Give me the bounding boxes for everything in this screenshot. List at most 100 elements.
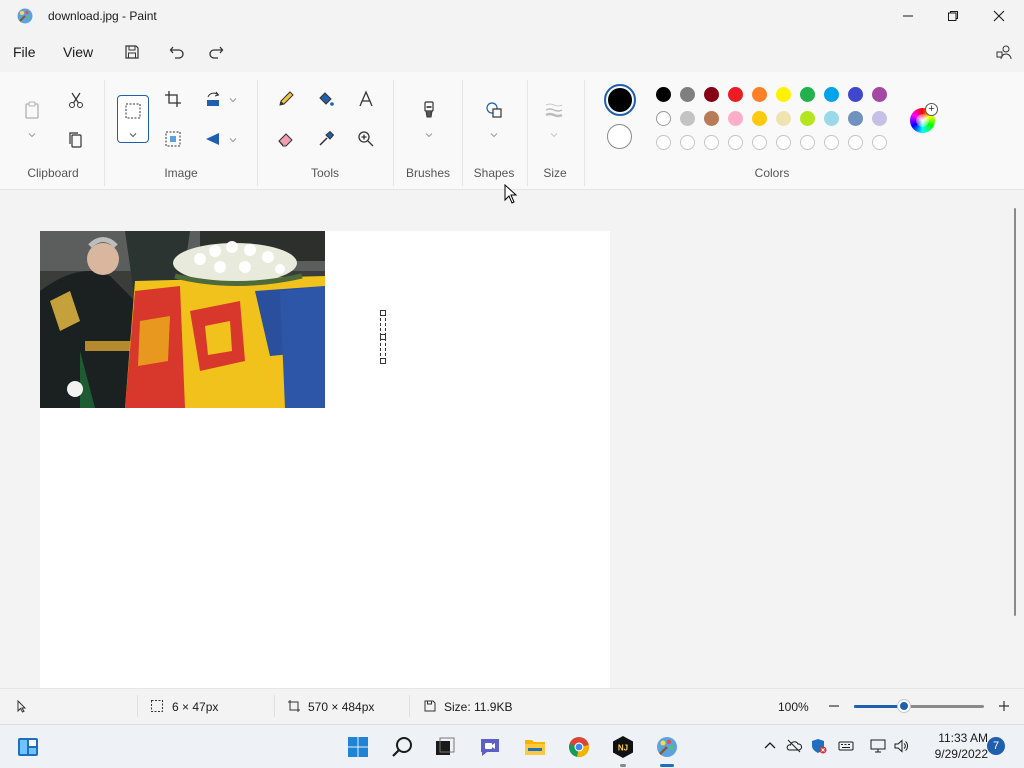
brushes-chevron-icon[interactable] <box>424 130 434 140</box>
widgets-button[interactable] <box>14 733 42 761</box>
chrome-button[interactable] <box>565 733 593 761</box>
copy-button[interactable] <box>62 126 90 154</box>
custom-color-slot[interactable] <box>872 135 887 150</box>
color-swatch[interactable] <box>848 87 863 102</box>
custom-color-slot[interactable] <box>656 135 671 150</box>
color-swatch[interactable] <box>824 87 839 102</box>
menu-view[interactable]: View <box>63 44 93 60</box>
color-swatch[interactable] <box>848 111 863 126</box>
paint-bucket-icon <box>319 92 334 106</box>
file-explorer-button[interactable] <box>521 733 549 761</box>
custom-color-slot[interactable] <box>728 135 743 150</box>
vertical-scrollbar[interactable] <box>1014 208 1016 616</box>
menu-file[interactable]: File <box>13 44 36 60</box>
active-app-indicator <box>660 764 674 767</box>
paste-chevron-icon[interactable] <box>27 130 37 140</box>
color-swatch[interactable] <box>824 111 839 126</box>
search-button[interactable] <box>389 733 417 761</box>
resize-handle[interactable] <box>380 310 386 316</box>
volume-button[interactable] <box>892 737 910 755</box>
color-swatch[interactable] <box>776 87 791 102</box>
selection-size-readout: 6 × 47px <box>172 700 219 714</box>
secondary-color-swatch[interactable] <box>607 124 632 149</box>
text-button[interactable] <box>352 85 380 113</box>
color-picker-button[interactable] <box>312 125 340 153</box>
nj-app-button[interactable]: NJ <box>609 733 637 761</box>
zoom-percentage[interactable]: 100% <box>778 700 809 714</box>
color-swatch[interactable] <box>728 87 743 102</box>
security-button[interactable] <box>810 737 828 755</box>
task-view-button[interactable] <box>431 733 459 761</box>
flip-button[interactable] <box>199 125 227 153</box>
undo-button[interactable] <box>165 40 189 64</box>
mouse-cursor-icon <box>504 184 518 204</box>
cut-button[interactable] <box>62 86 90 114</box>
color-swatch[interactable] <box>872 87 887 102</box>
resize-button[interactable] <box>159 125 187 153</box>
running-indicator <box>620 764 626 767</box>
magnifier-button[interactable] <box>352 125 380 153</box>
close-button[interactable] <box>976 0 1022 32</box>
color-swatch[interactable] <box>800 87 815 102</box>
paint-taskbar-button[interactable] <box>653 733 681 761</box>
color-swatch[interactable] <box>680 111 695 126</box>
custom-color-slot[interactable] <box>752 135 767 150</box>
minimize-button[interactable] <box>885 0 931 32</box>
color-swatch[interactable] <box>680 87 695 102</box>
color-swatch[interactable] <box>776 111 791 126</box>
color-swatch[interactable] <box>752 111 767 126</box>
clipboard-group-label: Clipboard <box>27 166 79 180</box>
custom-color-slot[interactable] <box>680 135 695 150</box>
crop-button[interactable] <box>159 85 187 113</box>
color-swatch[interactable] <box>704 111 719 126</box>
redo-button[interactable] <box>204 40 228 64</box>
select-chevron-icon[interactable] <box>128 130 138 140</box>
restore-button[interactable] <box>930 0 976 32</box>
tools-group-label: Tools <box>310 166 339 180</box>
teams-chat-button[interactable] <box>476 733 504 761</box>
save-button[interactable] <box>120 40 144 64</box>
size-chevron-icon[interactable] <box>549 130 559 140</box>
color-swatch[interactable] <box>728 111 743 126</box>
rotate-chevron-icon[interactable] <box>228 95 238 105</box>
start-button[interactable] <box>344 733 372 761</box>
custom-color-slot[interactable] <box>824 135 839 150</box>
flip-chevron-icon[interactable] <box>228 135 238 145</box>
notification-badge[interactable]: 7 <box>987 737 1005 755</box>
show-hidden-icons-button[interactable] <box>761 737 779 755</box>
size-button[interactable] <box>540 96 568 124</box>
onedrive-button[interactable] <box>785 737 803 755</box>
color-swatch[interactable] <box>752 87 767 102</box>
color-swatch[interactable] <box>872 111 887 126</box>
eraser-button[interactable] <box>272 125 300 153</box>
shapes-chevron-icon[interactable] <box>489 130 499 140</box>
color-swatch[interactable] <box>656 87 671 102</box>
primary-color-swatch[interactable] <box>604 84 636 116</box>
color-swatch[interactable] <box>800 111 815 126</box>
color-swatch[interactable] <box>656 111 671 126</box>
fill-button[interactable] <box>312 85 340 113</box>
zoom-in-icon[interactable] <box>997 699 1011 713</box>
clock-date: 9/29/2022 <box>934 747 988 761</box>
paste-icon <box>25 101 39 119</box>
nj-app-icon: NJ <box>613 736 633 758</box>
resize-handle[interactable] <box>380 358 386 364</box>
color-swatch[interactable] <box>704 87 719 102</box>
zoom-out-icon[interactable] <box>827 699 841 713</box>
brushes-button[interactable] <box>415 96 443 124</box>
account-button[interactable] <box>992 40 1016 64</box>
custom-color-slot[interactable] <box>848 135 863 150</box>
keyboard-button[interactable] <box>837 737 855 755</box>
network-button[interactable] <box>869 737 887 755</box>
rotate-button[interactable] <box>199 85 227 113</box>
paste-button[interactable] <box>18 96 46 124</box>
selection-rectangle-icon <box>119 97 147 125</box>
resize-handle[interactable] <box>380 334 386 340</box>
custom-color-slot[interactable] <box>704 135 719 150</box>
zoom-slider-thumb[interactable] <box>898 700 910 712</box>
shapes-button[interactable] <box>480 96 508 124</box>
custom-color-slot[interactable] <box>800 135 815 150</box>
custom-color-slot[interactable] <box>776 135 791 150</box>
clock[interactable]: 11:33 AM 9/29/2022 <box>918 730 988 762</box>
pencil-button[interactable] <box>272 85 300 113</box>
